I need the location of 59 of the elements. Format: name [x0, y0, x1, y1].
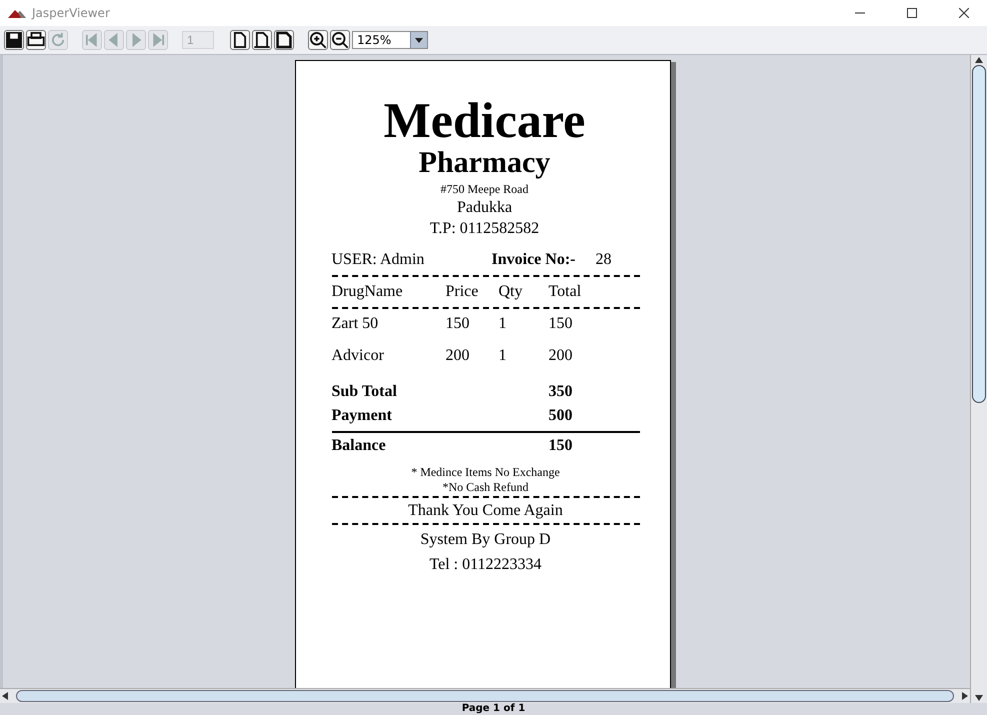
- reload-icon: [49, 31, 67, 49]
- print-icon: [27, 31, 45, 49]
- zoom-dropdown[interactable]: 125%: [352, 31, 428, 49]
- column-header: DrugName: [332, 283, 404, 301]
- table-cell-text: 200: [548, 347, 574, 365]
- scroll-right-icon[interactable]: [962, 692, 968, 700]
- actual-size-button[interactable]: [230, 30, 250, 50]
- page-icon: [253, 31, 271, 49]
- total-value: 500: [548, 407, 574, 425]
- table-cell-text: Zart 50: [332, 315, 380, 333]
- vertical-scrollbar[interactable]: [970, 55, 987, 703]
- receipt-note: * Medince Items No Exchange: [411, 465, 560, 480]
- scroll-down-icon[interactable]: [975, 695, 983, 701]
- zoom-in-icon: [309, 31, 327, 49]
- receipt-note: *No Cash Refund: [442, 480, 528, 495]
- thank-you-message: Thank You Come Again: [408, 501, 563, 521]
- table-cell-text: 200: [446, 347, 470, 365]
- scroll-left-icon[interactable]: [2, 692, 8, 700]
- zoom-in-button[interactable]: [308, 30, 328, 50]
- save-button[interactable]: [4, 30, 24, 50]
- zoom-out-button[interactable]: [330, 30, 350, 50]
- fit-width-button[interactable]: [274, 30, 294, 50]
- store-phone: T.P: 0112582582: [430, 219, 540, 239]
- maximize-icon: [907, 8, 917, 18]
- column-header: Qty: [498, 283, 524, 301]
- store-address: #750 Meepe Road: [440, 182, 528, 197]
- table-cell-text: 150: [548, 315, 574, 333]
- footer-text: Tel : 0112223334: [429, 555, 542, 575]
- page-icon: [231, 31, 249, 49]
- window-title: JasperViewer: [32, 6, 111, 20]
- total-label: Payment: [332, 407, 393, 425]
- balance-label: Balance: [332, 437, 387, 455]
- user-label: USER: Admin: [332, 251, 426, 269]
- zoom-out-icon: [331, 31, 349, 49]
- total-value: 350: [548, 383, 574, 401]
- horizontal-scrollbar[interactable]: [0, 688, 970, 703]
- invoice-label: Invoice No:-: [492, 251, 576, 269]
- table-cell-text: Advicor: [332, 347, 385, 365]
- app-logo-icon: [8, 8, 26, 18]
- table-cell-text: 1: [498, 347, 508, 365]
- table-cell-text: 1: [498, 315, 508, 333]
- fit-page-button[interactable]: [252, 30, 272, 50]
- balance-value: 150: [548, 437, 574, 455]
- print-button[interactable]: [26, 30, 46, 50]
- store-city: Padukka: [456, 198, 512, 218]
- page-icon: [275, 31, 293, 49]
- total-label: Sub Total: [332, 383, 398, 401]
- scroll-up-icon[interactable]: [975, 57, 983, 63]
- column-header: Total: [548, 283, 582, 301]
- close-icon: [959, 8, 969, 18]
- footer-text: System By Group D: [420, 530, 551, 550]
- store-subtitle: Pharmacy: [418, 148, 550, 178]
- invoice-number: 28: [596, 251, 612, 269]
- page-status: Page 1 of 1: [462, 703, 526, 715]
- store-name: Medicare: [384, 93, 586, 148]
- table-cell-text: 150: [446, 315, 470, 333]
- column-header: Price: [446, 283, 480, 301]
- save-icon: [5, 31, 23, 49]
- caret-icon: [415, 38, 423, 42]
